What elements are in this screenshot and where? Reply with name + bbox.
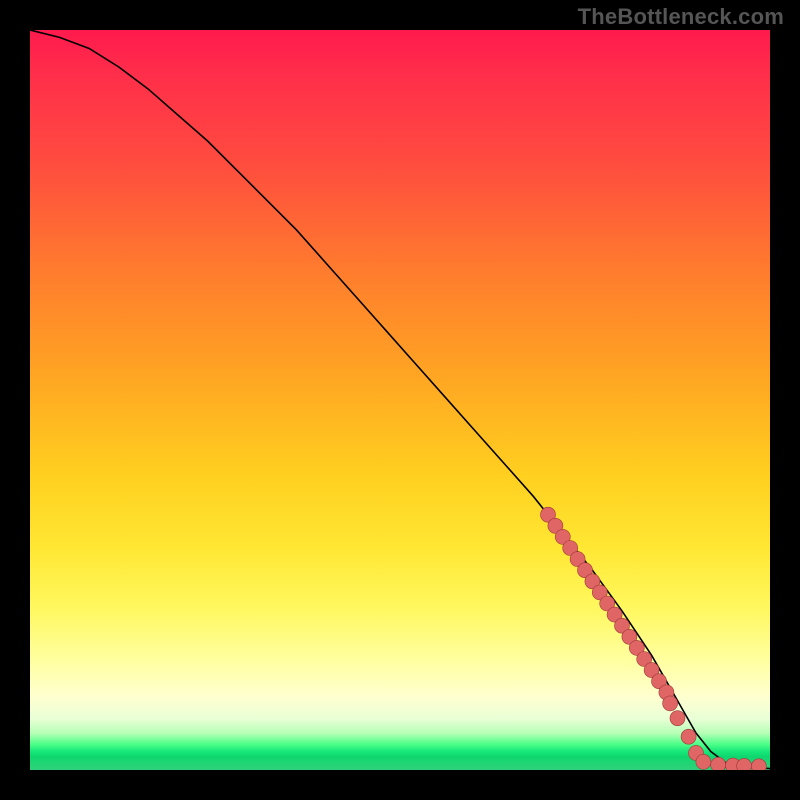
data-point <box>737 758 752 770</box>
bottleneck-curve <box>30 30 770 769</box>
data-point <box>751 759 766 770</box>
chart-overlay <box>30 30 770 770</box>
watermark-text: TheBottleneck.com <box>578 4 784 30</box>
chart-frame: TheBottleneck.com <box>0 0 800 800</box>
data-point <box>670 711 685 726</box>
curve-group <box>30 30 770 769</box>
plot-area <box>30 30 770 770</box>
points-group <box>541 507 767 770</box>
data-point <box>696 754 711 769</box>
data-point <box>681 729 696 744</box>
data-point <box>663 696 678 711</box>
data-point <box>711 757 726 770</box>
